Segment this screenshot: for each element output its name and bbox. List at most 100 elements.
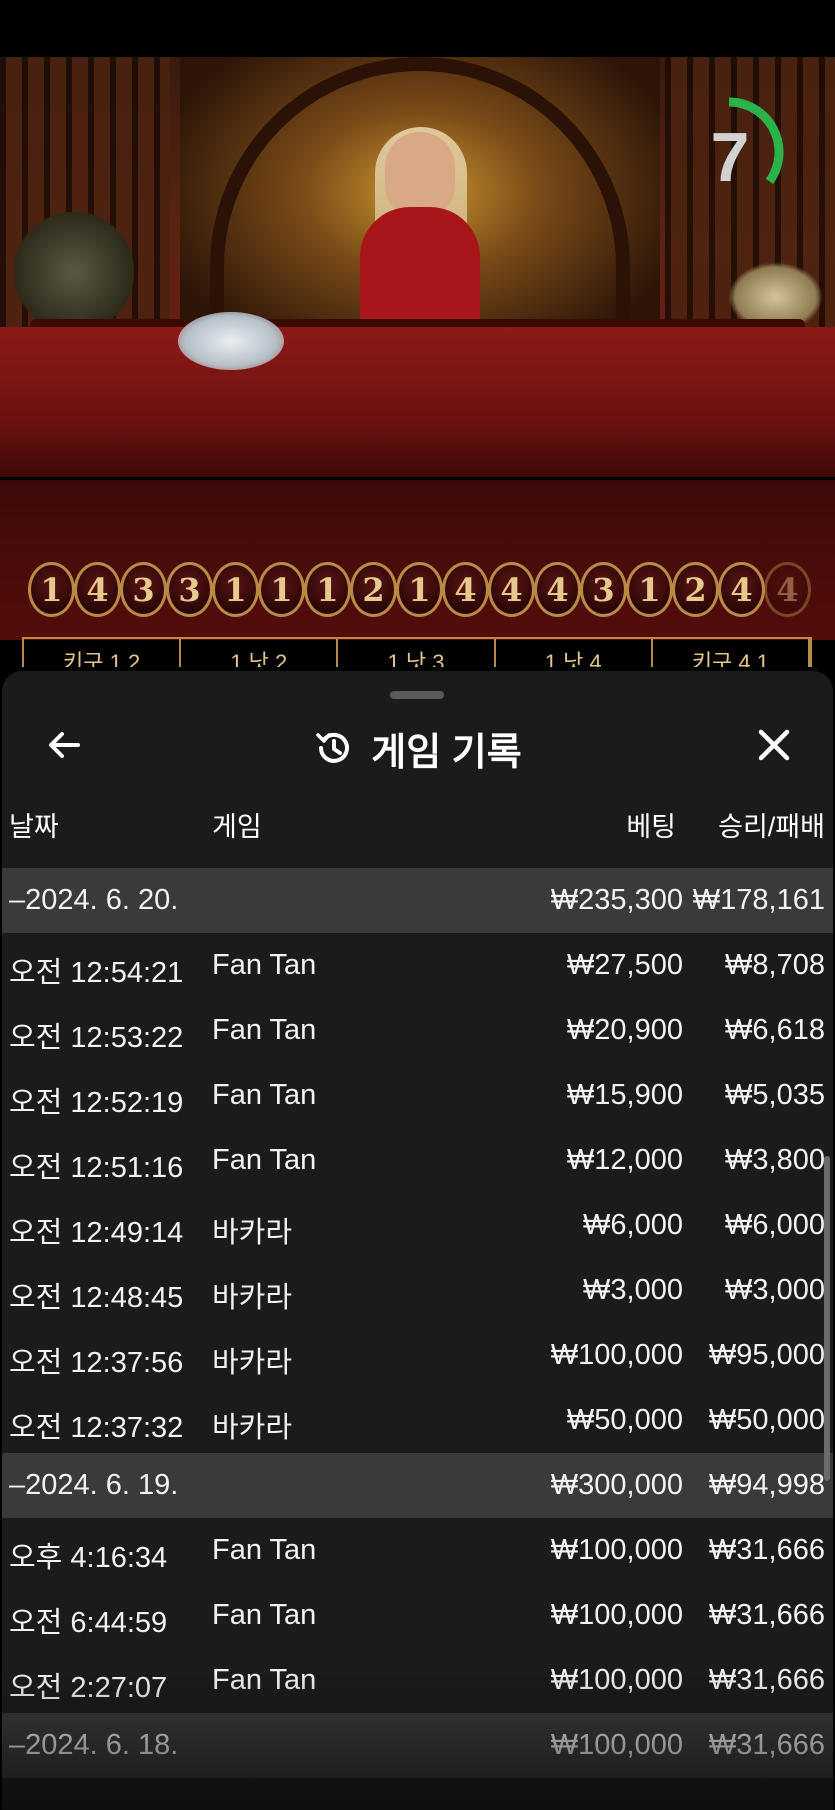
group-winloss-total: ₩31,666 — [708, 1729, 825, 1761]
bead-result: 4 — [442, 562, 489, 617]
row-bet: ₩100,000 — [550, 1339, 683, 1371]
row-winloss: ₩31,666 — [708, 1664, 825, 1696]
group-date: –2024. 6. 20. — [9, 884, 179, 916]
row-bet: ₩100,000 — [550, 1664, 683, 1696]
table-header: 날짜 게임 베팅 승리/패배 — [2, 795, 833, 845]
row-game: 바카라 — [212, 1412, 293, 1444]
group-winloss-total: ₩94,998 — [708, 1469, 825, 1501]
sheet-drag-handle[interactable] — [390, 691, 444, 699]
history-list[interactable]: –2024. 6. 20. ₩235,300 ₩178,161 오전 12:54:21… — [2, 868, 833, 1778]
history-row[interactable]: 오전 6:44:59 Fan Tan ₩100,000 ₩31,666 — [2, 1583, 833, 1648]
bead-result: 4 — [764, 562, 811, 617]
bead-bowl — [178, 312, 284, 370]
row-time: 오전 12:54:21 — [9, 957, 184, 989]
history-row[interactable]: 오전 12:54:21 Fan Tan ₩27,500 ₩8,708 — [2, 933, 833, 998]
column-game: 게임 — [212, 812, 262, 842]
bet-area-label: 키구 1 2 — [24, 639, 182, 667]
history-row[interactable]: 오전 12:52:19 Fan Tan ₩15,900 ₩5,035 — [2, 1063, 833, 1128]
row-winloss: ₩6,618 — [725, 1014, 825, 1046]
history-icon — [316, 732, 350, 763]
bead-result: 3 — [120, 562, 167, 617]
timer-value: 7 — [710, 118, 750, 196]
row-winloss: ₩50,000 — [708, 1404, 825, 1436]
history-row[interactable]: 오전 12:37:56 바카라 ₩100,000 ₩95,000 — [2, 1323, 833, 1388]
column-bet: 베팅 — [626, 812, 676, 842]
row-bet: ₩100,000 — [550, 1534, 683, 1566]
history-row[interactable]: 오전 12:51:16 Fan Tan ₩12,000 ₩3,800 — [2, 1128, 833, 1193]
group-date: –2024. 6. 19. — [9, 1469, 179, 1501]
close-icon — [758, 729, 790, 761]
bead-result: 1 — [626, 562, 673, 617]
bead-result: 1 — [396, 562, 443, 617]
bead-road: 14331112144431244 키구 1 21 낫 21 낫 31 낫 4키… — [0, 480, 835, 667]
group-bet-total: ₩300,000 — [550, 1469, 683, 1501]
bead-row: 14331112144431244 — [28, 562, 811, 617]
row-bet: ₩12,000 — [566, 1144, 683, 1176]
row-winloss: ₩6,000 — [725, 1209, 825, 1241]
row-bet: ₩100,000 — [550, 1599, 683, 1631]
history-row[interactable]: 오전 2:27:07 Fan Tan ₩100,000 ₩31,666 — [2, 1648, 833, 1713]
row-time: 오전 12:53:22 — [9, 1022, 184, 1054]
row-game: Fan Tan — [212, 1534, 317, 1566]
history-row[interactable]: 오전 12:48:45 바카라 ₩3,000 ₩3,000 — [2, 1258, 833, 1323]
row-game: Fan Tan — [212, 1144, 317, 1176]
row-bet: ₩20,900 — [566, 1014, 683, 1046]
group-bet-total: ₩235,300 — [550, 884, 683, 916]
bead-result: 1 — [28, 562, 75, 617]
row-winloss: ₩31,666 — [708, 1534, 825, 1566]
bead-result: 4 — [488, 562, 535, 617]
column-winloss: 승리/패배 — [718, 812, 825, 842]
row-time: 오전 12:52:19 — [9, 1087, 184, 1119]
close-button[interactable] — [748, 719, 800, 771]
bead-result: 1 — [212, 562, 259, 617]
date-group-header[interactable]: –2024. 6. 18. ₩100,000 ₩31,666 — [2, 1713, 833, 1778]
row-time: 오전 12:48:45 — [9, 1282, 184, 1314]
row-winloss: ₩3,800 — [725, 1144, 825, 1176]
bet-area-label: 키구 4 1 — [653, 639, 811, 667]
row-game: Fan Tan — [212, 1014, 317, 1046]
bet-area-strip: 키구 1 21 낫 21 낫 31 낫 4 키구 4 1 — [22, 637, 812, 667]
row-time: 오전 12:37:56 — [9, 1347, 184, 1379]
sheet-title: 게임 기록 — [371, 731, 522, 774]
bet-area-label: 1 낫 2 — [181, 639, 339, 667]
history-row[interactable]: 오전 12:53:22 Fan Tan ₩20,900 ₩6,618 — [2, 998, 833, 1063]
sheet-header: 게임 기록 — [2, 723, 833, 774]
bead-result: 4 — [534, 562, 581, 617]
history-row[interactable]: 오전 12:49:14 바카라 ₩6,000 ₩6,000 — [2, 1193, 833, 1258]
column-date: 날짜 — [9, 812, 59, 842]
group-winloss-total: ₩178,161 — [692, 884, 825, 916]
bead-result: 2 — [672, 562, 719, 617]
bead-result: 3 — [580, 562, 627, 617]
row-bet: ₩15,900 — [566, 1079, 683, 1111]
bead-result: 1 — [258, 562, 305, 617]
bead-result: 4 — [74, 562, 121, 617]
row-bet: ₩50,000 — [566, 1404, 683, 1436]
row-game: 바카라 — [212, 1282, 293, 1314]
scrollbar[interactable] — [824, 1156, 830, 1481]
row-bet: ₩27,500 — [566, 949, 683, 981]
date-group-header[interactable]: –2024. 6. 20. ₩235,300 ₩178,161 — [2, 868, 833, 933]
row-game: Fan Tan — [212, 949, 317, 981]
history-row[interactable]: 오후 4:16:34 Fan Tan ₩100,000 ₩31,666 — [2, 1518, 833, 1583]
row-bet: ₩3,000 — [583, 1274, 683, 1306]
row-game: 바카라 — [212, 1217, 293, 1249]
row-time: 오후 4:16:34 — [9, 1542, 168, 1574]
history-row[interactable]: 오전 12:37:32 바카라 ₩50,000 ₩50,000 — [2, 1388, 833, 1453]
bead-result: 2 — [350, 562, 397, 617]
game-table — [0, 327, 835, 477]
bead-result: 4 — [718, 562, 765, 617]
dealer-head — [385, 132, 455, 217]
row-winloss: ₩5,035 — [725, 1079, 825, 1111]
status-bar — [0, 0, 835, 57]
row-time: 오전 12:51:16 — [9, 1152, 184, 1184]
row-time: 오전 12:37:32 — [9, 1412, 184, 1444]
bonsai-decoration — [14, 212, 134, 332]
date-group-header[interactable]: –2024. 6. 19. ₩300,000 ₩94,998 — [2, 1453, 833, 1518]
row-time: 오전 12:49:14 — [9, 1217, 184, 1249]
game-history-sheet: 게임 기록 날짜 게임 베팅 승리/패배 –2024. 6. 20. ₩235,3… — [2, 671, 833, 1810]
row-game: Fan Tan — [212, 1599, 317, 1631]
row-game: Fan Tan — [212, 1079, 317, 1111]
row-game: Fan Tan — [212, 1664, 317, 1696]
row-game: 바카라 — [212, 1347, 293, 1379]
row-winloss: ₩3,000 — [725, 1274, 825, 1306]
